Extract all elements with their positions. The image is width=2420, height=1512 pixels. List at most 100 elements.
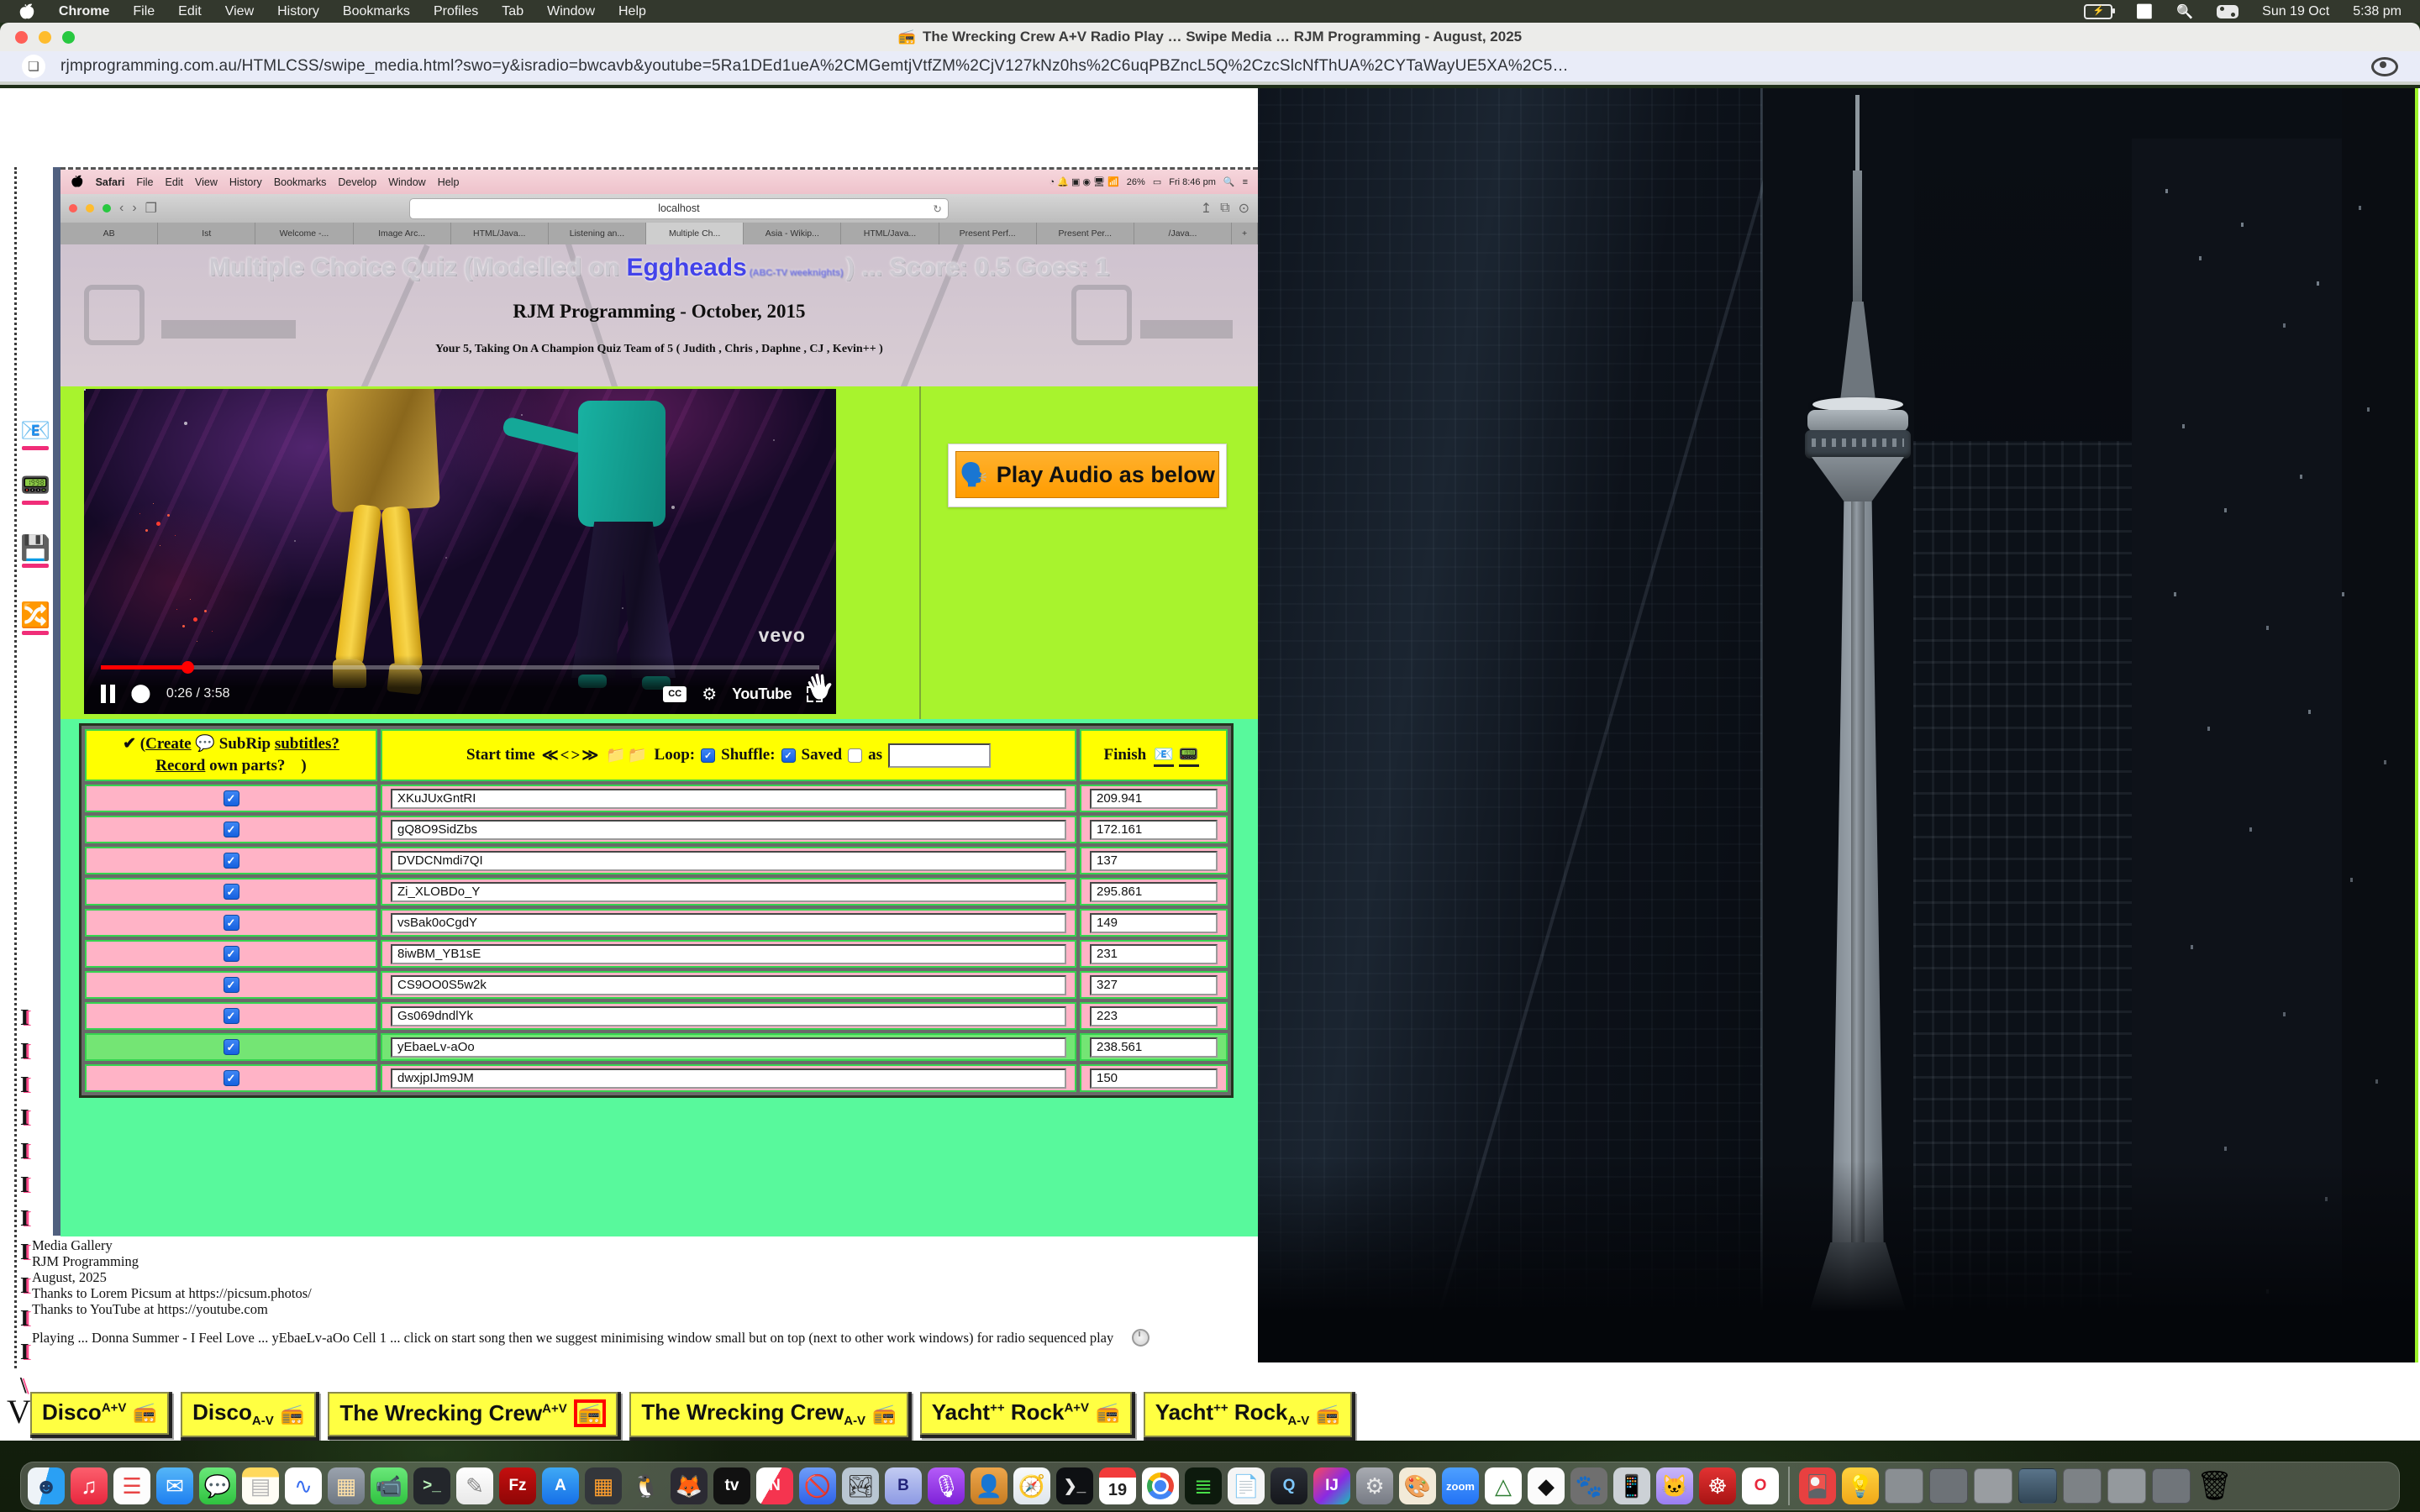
settings-gear-icon[interactable]: ⚙	[702, 684, 717, 705]
dock-icon-zoom[interactable]: zoom	[1442, 1467, 1479, 1504]
youtube-logo[interactable]: YouTube	[732, 685, 792, 703]
youtube-id-input[interactable]: vsBak0oCgdY	[391, 913, 1066, 933]
dock-icon-music[interactable]: ♫	[71, 1467, 108, 1504]
dock-icon-mascot[interactable]: 🐧	[628, 1467, 665, 1504]
email-link-icon[interactable]: 📧	[18, 419, 52, 450]
url-bar[interactable]: ❏ rjmprogramming.com.au/HTMLCSS/swipe_me…	[0, 51, 2420, 85]
window-thumbnail[interactable]	[2152, 1468, 2191, 1504]
pager-finish-link[interactable]: 📟	[1179, 746, 1199, 767]
dock-icon-contacts-book[interactable]: 👤	[971, 1467, 1007, 1504]
dock-icon-mail[interactable]: ✉	[156, 1467, 193, 1504]
pause-button[interactable]	[101, 685, 115, 703]
folder-icon[interactable]: 📁	[606, 747, 626, 764]
dock-icon-photos-window[interactable]: 🏞	[842, 1467, 879, 1504]
window-thumbnail[interactable]	[2063, 1468, 2102, 1504]
menu-item-help[interactable]: Help	[618, 4, 646, 19]
finish-time-input[interactable]: 149	[1090, 913, 1218, 933]
menu-item-window[interactable]: Window	[547, 4, 595, 19]
dock-icon-firefox[interactable]: 🦊	[671, 1467, 708, 1504]
dock-icon-quicktime[interactable]: Q	[1270, 1467, 1307, 1504]
shuffle-checkbox[interactable]: ✓	[781, 748, 796, 763]
dock-icon-finder[interactable]: ☻	[28, 1467, 65, 1504]
menu-time[interactable]: 5:38 pm	[2353, 4, 2402, 19]
zoom-window-button[interactable]	[62, 31, 75, 44]
dock-icon-device-mock[interactable]: 📱	[1613, 1467, 1650, 1504]
window-titlebar[interactable]: 📻 The Wrecking Crew A+V Radio Play … Swi…	[0, 23, 2420, 51]
minimize-window-button[interactable]	[39, 31, 51, 44]
row-checkbox[interactable]: ✓	[224, 1070, 239, 1086]
dock-icon-messages[interactable]: 💬	[199, 1467, 236, 1504]
save-as-input[interactable]	[888, 743, 991, 768]
finish-time-input[interactable]: 238.561	[1090, 1037, 1218, 1058]
wrecking-crew-av-minus-button[interactable]: The Wrecking CrewA-V📻	[629, 1392, 908, 1437]
saved-checkbox[interactable]: ✓	[848, 748, 862, 763]
row-checkbox[interactable]: ✓	[224, 977, 239, 993]
menu-date[interactable]: Sun 19 Oct	[2262, 4, 2329, 19]
email-finish-link[interactable]: 📧	[1154, 746, 1174, 767]
yacht-rock-av-minus-button[interactable]: Yacht++ RockA-V📻	[1144, 1392, 1352, 1437]
seek-control[interactable]: ≫	[581, 747, 599, 764]
menu-item-view[interactable]: View	[225, 4, 254, 19]
progress-track[interactable]	[101, 665, 819, 669]
window-thumbnail[interactable]	[1885, 1468, 1923, 1504]
row-checkbox[interactable]: ✓	[224, 853, 239, 869]
finish-time-input[interactable]: 223	[1090, 1006, 1218, 1026]
finish-time-input[interactable]: 150	[1090, 1068, 1218, 1089]
loop-checkbox[interactable]: ✓	[701, 748, 715, 763]
captions-button[interactable]: CC	[663, 686, 687, 702]
dock-icon-chrome[interactable]	[1142, 1467, 1179, 1504]
wifi-icon[interactable]: 📶	[2136, 3, 2153, 20]
dock-icon-safari[interactable]: 🧭	[1013, 1467, 1050, 1504]
youtube-id-input[interactable]: XKuJUxGntRI	[391, 789, 1066, 809]
dock-icon-inkscape[interactable]: ◆	[1528, 1467, 1565, 1504]
shuffle-link-icon[interactable]: 🔀	[18, 604, 52, 635]
create-link[interactable]: Create	[145, 735, 192, 753]
dock-icon-reminders[interactable]: ☰	[113, 1467, 150, 1504]
youtube-id-input[interactable]: CS9OO0S5w2k	[391, 975, 1066, 995]
dock-icon-settings[interactable]: ⚙	[1356, 1467, 1393, 1504]
finish-time-input[interactable]: 327	[1090, 975, 1218, 995]
dock-icon-bbedit[interactable]: B	[885, 1467, 922, 1504]
finish-time-input[interactable]: 209.941	[1090, 789, 1218, 809]
row-checkbox[interactable]: ✓	[224, 884, 239, 900]
youtube-id-input[interactable]: DVDCNmdi7QI	[391, 851, 1066, 871]
seek-control[interactable]: <	[560, 747, 571, 764]
youtube-id-input[interactable]: Zi_XLOBDo_Y	[391, 882, 1066, 902]
apple-menu-icon[interactable]: 🍎	[18, 3, 35, 20]
window-thumbnail[interactable]	[1974, 1468, 2012, 1504]
dock-icon-facetime[interactable]: 📹	[371, 1467, 408, 1504]
finish-time-input[interactable]: 137	[1090, 851, 1218, 871]
wrecking-crew-av-plus-button[interactable]: The Wrecking CrewA+V📻	[328, 1392, 618, 1436]
close-window-button[interactable]	[15, 31, 28, 44]
save-link-icon[interactable]: 💾	[18, 537, 52, 568]
dock-icon-opera[interactable]: O	[1742, 1467, 1779, 1504]
menu-item-edit[interactable]: Edit	[178, 4, 202, 19]
dock-icon-red-wheel[interactable]: ☸	[1699, 1467, 1736, 1504]
cn-tower-photo[interactable]	[1258, 88, 2415, 1362]
dock-icon-idea-bulb[interactable]: 💡	[1842, 1467, 1879, 1504]
disco-av-plus-button[interactable]: DiscoA+V📻	[30, 1392, 169, 1435]
preview-eye-icon[interactable]	[2371, 57, 2398, 76]
dock-icon-photo-cards[interactable]: 🎴	[1799, 1467, 1836, 1504]
pager-link-icon[interactable]: 📟	[18, 474, 52, 505]
row-checkbox[interactable]: ✓	[224, 915, 239, 931]
dock-icon-do-not-disturb[interactable]: 🚫	[799, 1467, 836, 1504]
dock-icon-calendar[interactable]: 19	[1099, 1467, 1136, 1504]
dock-icon-filezilla[interactable]: Fz	[499, 1467, 536, 1504]
play-audio-button[interactable]: 🗣️ Play Audio as below	[955, 451, 1219, 498]
dock-icon-gimp[interactable]: 🐾	[1570, 1467, 1607, 1504]
youtube-id-input[interactable]: yEbaeLv-aOo	[391, 1037, 1066, 1058]
tab-group-icon[interactable]: ❏	[22, 55, 45, 78]
youtube-player[interactable]: vevo 🔇 0:26 / 3:58 CC ⚙	[84, 389, 836, 714]
seek-control[interactable]: >	[570, 747, 581, 764]
dock-icon-art-palette[interactable]: 🎨	[1399, 1467, 1436, 1504]
finish-time-input[interactable]: 231	[1090, 944, 1218, 964]
finish-time-input[interactable]: 172.161	[1090, 820, 1218, 840]
eggheads-link[interactable]: Eggheads	[626, 254, 746, 281]
row-checkbox[interactable]: ✓	[224, 1008, 239, 1024]
record-link[interactable]: Record	[155, 757, 205, 774]
dock-icon-terminal-matrix[interactable]: ≣	[1185, 1467, 1222, 1504]
dock-icon-launchpad[interactable]: ▦	[328, 1467, 365, 1504]
row-checkbox[interactable]: ✓	[224, 946, 239, 962]
menu-item-file[interactable]: File	[133, 4, 155, 19]
